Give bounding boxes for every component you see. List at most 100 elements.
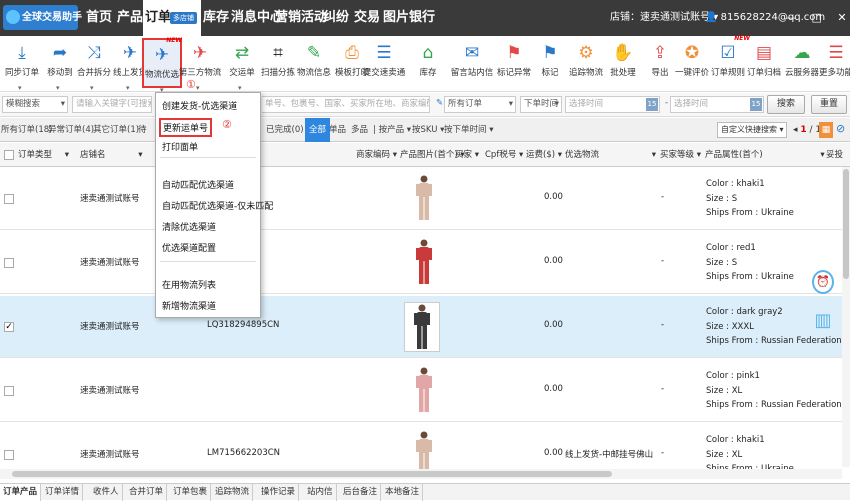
menu-channel-config[interactable]: 优选渠道配置 <box>162 241 216 254</box>
toolbar-track-button[interactable]: ⚙ 追踪物流 <box>566 38 606 88</box>
filter-all[interactable]: 全部 <box>305 118 331 142</box>
vertical-scrollbar[interactable] <box>842 167 850 467</box>
product-thumbnail[interactable] <box>410 366 438 416</box>
bar-chart-icon[interactable]: ▥ <box>812 310 834 340</box>
menu-auto-match[interactable]: 自动匹配优选渠道 <box>162 178 234 191</box>
detail-tab[interactable]: 订单详情 <box>42 484 84 501</box>
toolbar-rate-button[interactable]: ✪ 一键评价 <box>672 38 712 88</box>
sort-by-order-time[interactable]: 按下单时间 ▾ <box>444 118 493 142</box>
menu-create-shipment[interactable]: 创建发货-优选渠道 <box>162 99 237 112</box>
detail-tab[interactable]: 本地备注 <box>382 484 424 501</box>
calendar-icon[interactable]: 15 <box>646 98 658 111</box>
col-shipping[interactable]: 运费($) ▾ <box>526 143 562 167</box>
custom-quick-search-select[interactable]: 自定义快捷搜索 ▾ <box>717 122 787 138</box>
group-by-sku[interactable]: 按SKU ▾ <box>412 118 444 142</box>
nav-disputes[interactable]: 纠纷 <box>323 0 349 36</box>
table-row[interactable]: 速卖通测试账号 0.00 - Color : khaki1 Size : S Ships … <box>0 168 850 230</box>
detail-tab[interactable]: 站内信 <box>304 484 337 501</box>
row-checkbox[interactable] <box>4 450 14 460</box>
col-order-type[interactable]: 订单类型 ▾ <box>18 143 69 167</box>
order-status-select[interactable]: 所有订单 ▾ <box>444 96 516 113</box>
toolbar-warehouse-button[interactable]: ⌂ 库存 <box>408 38 448 88</box>
store-name-cell: 速卖通测试账号 <box>80 194 140 204</box>
toolbar-document-button[interactable]: ☰ 提交速卖通 <box>363 38 406 88</box>
col-delivered[interactable]: 妥投 <box>826 143 843 167</box>
detail-tab[interactable]: 订单产品 <box>0 484 42 501</box>
toolbar-chat-button[interactable]: ✉ 留言站内信 <box>451 38 494 88</box>
product-thumbnail[interactable] <box>404 302 440 352</box>
detail-tab[interactable]: 收件人 <box>90 484 123 501</box>
nav-trade[interactable]: 交易 <box>354 0 380 36</box>
menu-auto-match-unmatched[interactable]: 自动匹配优选渠道-仅未匹配 <box>162 199 273 212</box>
detail-tab[interactable]: 追踪物流 <box>212 484 254 501</box>
search-mode-select[interactable]: 模糊搜索 ▾ <box>2 96 68 113</box>
horizontal-scrollbar[interactable] <box>0 469 842 479</box>
menu-update-tracking[interactable]: 更新运单号 <box>159 118 213 137</box>
alarm-clock-icon[interactable]: ⏰ <box>812 270 834 294</box>
filter-single[interactable]: 单品 <box>329 118 346 142</box>
tab-pending[interactable]: 待 <box>138 118 147 142</box>
order-grid: 订单类型 ▾ 店铺名 ▾ 商家编码 ▾ 产品图片(首个) ▾ 买家 ▾ Cpf税… <box>0 143 850 482</box>
tab-all-orders[interactable]: 所有订单(18) <box>1 118 52 142</box>
filter-multi[interactable]: 多品 <box>351 118 368 142</box>
toolbar-sync-download-button[interactable]: ⤓ 同步订单 ▾ <box>2 38 42 92</box>
keyword-input[interactable]: 请输入关键字(可搜索... <box>72 96 152 113</box>
row-checkbox[interactable] <box>4 386 14 396</box>
toolbar-shuffle-button[interactable]: ⤨ 合并拆分 ▾ <box>74 38 114 92</box>
window-controls[interactable]: — □ ✕ <box>785 0 850 36</box>
toolbar-blue-flag-button[interactable]: ⚑ 标记 <box>530 38 570 88</box>
table-row[interactable]: 速卖通测试账号 0.00 - Color : red1 Size : S Ships Fr… <box>0 232 850 294</box>
settings-icon[interactable]: ▦ <box>819 122 833 138</box>
detail-tab[interactable]: 合并订单 <box>126 484 168 501</box>
detail-tab[interactable]: 订单包裹 <box>170 484 212 501</box>
tab-completed[interactable]: 已完成(0) <box>266 118 304 142</box>
toolbar-exchange-button[interactable]: ⇄ 交运单 ▾ <box>222 38 262 92</box>
col-cpf[interactable]: Cpf税号 ▾ <box>485 143 523 167</box>
col-buyer[interactable]: 买家 ▾ <box>455 143 479 167</box>
product-thumbnail[interactable] <box>410 238 438 288</box>
toolbar-menu-button[interactable]: ☰ 更多功能 <box>816 38 850 88</box>
toolbar-rule-button[interactable]: ☑ 订单规则 NEW <box>708 35 750 88</box>
toolbar-logistics-optimize-button[interactable]: ✈ 物流优选 NEW ▾ <box>142 37 182 94</box>
select-all-checkbox[interactable] <box>4 150 14 160</box>
col-merchant-code[interactable]: 商家编码 ▾ <box>356 143 397 167</box>
reset-button[interactable]: 重置 <box>811 95 847 114</box>
row-checkbox[interactable] <box>4 194 14 204</box>
menu-divider <box>160 261 256 262</box>
col-product-props[interactable]: 产品属性(首个) ▾ <box>705 143 825 167</box>
nav-marketing[interactable]: 营销活动 <box>275 0 327 36</box>
menu-clear-channel[interactable]: 清除优选渠道 <box>162 220 216 233</box>
group-by-product[interactable]: | 按产品 ▾ <box>373 118 411 142</box>
table-row[interactable]: ✓ 速卖通测试账号 LQ318294895CN 0.00- Color : dark g… <box>0 296 850 358</box>
menu-print-label[interactable]: 打印面单 <box>162 140 198 153</box>
toggle-view-icon[interactable]: ⊘ <box>836 122 845 135</box>
col-store-name[interactable]: 店铺名 ▾ <box>80 143 143 167</box>
col-logistics[interactable]: 优选物流 ▾ <box>565 143 656 167</box>
toolbar-batch-button[interactable]: ✋ 批处理 <box>603 38 643 88</box>
toolbar-red-flag-button[interactable]: ⚑ 标记异常 <box>494 38 534 88</box>
toolbar-scan-button[interactable]: ⌗ 扫描分拣 <box>258 38 298 88</box>
toolbar-pencil-button[interactable]: ✎ 物流信息 <box>294 38 334 88</box>
time-type-select[interactable]: 下单时间 ▾ <box>520 96 562 113</box>
tab-abnormal-orders[interactable]: 异常订单(4) <box>48 118 94 142</box>
detail-tab[interactable]: 后台备注 <box>340 484 382 501</box>
nav-products[interactable]: 产品 <box>117 0 143 36</box>
nav-home[interactable]: 首页 <box>86 0 112 36</box>
row-checkbox[interactable]: ✓ <box>4 322 14 332</box>
toolbar-archive-button[interactable]: ▤ 订单归档 <box>744 38 784 88</box>
time-to-input[interactable]: 选择时间 15 <box>670 96 764 113</box>
calendar-icon[interactable]: 15 <box>750 98 762 111</box>
product-thumbnail[interactable] <box>410 174 438 224</box>
search-button[interactable]: 搜索 <box>767 95 805 114</box>
nav-image-bank[interactable]: 图片银行 <box>383 0 435 36</box>
menu-add-channel[interactable]: 新增物流渠道 <box>162 299 216 312</box>
row-checkbox[interactable] <box>4 258 14 268</box>
menu-logistics-list[interactable]: 在用物流列表 <box>162 278 216 291</box>
col-buyer-level[interactable]: 买家等级 ▾ <box>660 143 701 167</box>
tab-other-orders[interactable]: 其它订单(1) <box>93 118 139 142</box>
table-row[interactable]: 速卖通测试账号 0.00 - Color : pink1 Size : XL Ships … <box>0 360 850 422</box>
detail-tab[interactable]: 操作记录 <box>258 484 300 501</box>
nav-inventory[interactable]: 库存 <box>203 0 229 36</box>
time-from-input[interactable]: 选择时间 15 <box>565 96 660 113</box>
store-selector[interactable]: 店铺：速卖通测试账号 ▾ <box>610 0 718 36</box>
